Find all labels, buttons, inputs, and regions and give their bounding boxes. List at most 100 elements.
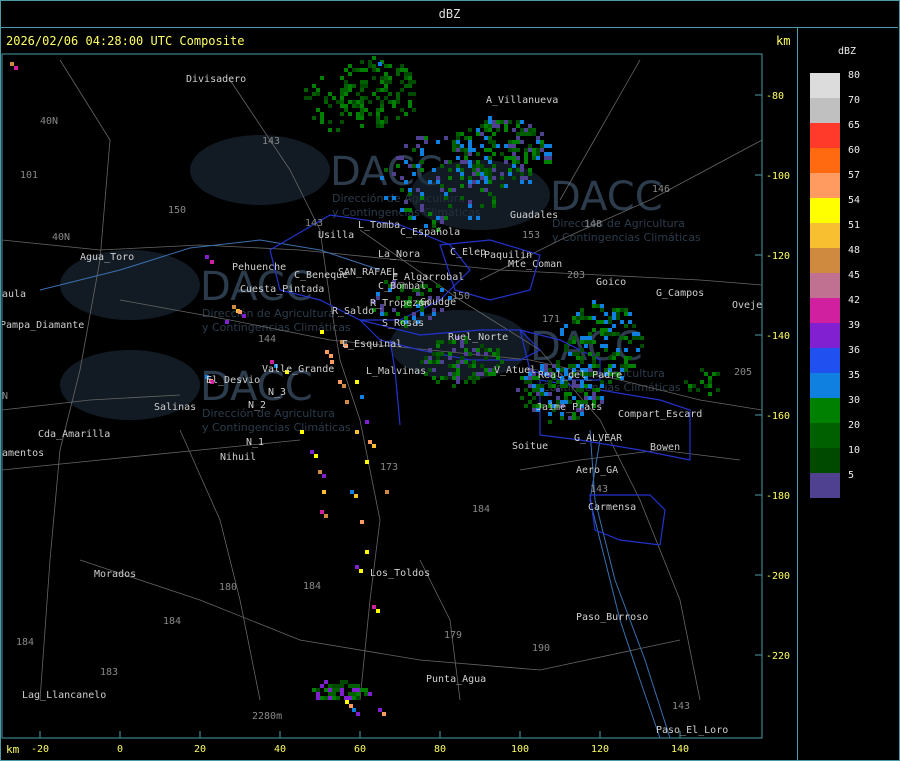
y-axis: -80 -100 -120 -140 -160 -180 -200 -220 — [755, 91, 790, 662]
legend-swatch-45 — [810, 273, 840, 298]
legend-label-57: 57 — [848, 170, 860, 181]
place-label: Cuesta_Pintada — [240, 284, 324, 295]
y-tick-label: -180 — [766, 491, 790, 502]
place-label: aula — [2, 289, 26, 300]
x-tick-label: 80 — [434, 744, 446, 755]
svg-text:190: 190 — [532, 643, 550, 654]
legend-swatch-5 — [810, 473, 840, 498]
place-label: SAN_RAFAEL — [338, 267, 398, 278]
place-label: E_Esquinal — [342, 339, 402, 350]
x-tick-label: 140 — [671, 744, 689, 755]
legend-label-42: 42 — [848, 295, 860, 306]
svg-text:N: N — [2, 391, 8, 402]
y-tick-label: -100 — [766, 171, 790, 182]
place-label: Usilla — [318, 230, 354, 241]
place-label: Agua_Toro — [80, 252, 134, 263]
legend-swatch-36 — [810, 348, 840, 373]
legend-swatch-10 — [810, 448, 840, 473]
watermark-line2: y Contingencias Climáticas — [552, 231, 701, 244]
legend-label-51: 51 — [848, 220, 860, 231]
watermark-brand: DACC — [550, 174, 663, 220]
legend-label-80: 80 — [848, 70, 860, 81]
place-label: V_Atuel — [494, 365, 536, 376]
map-layers: DACCDirección de Agriculturay Contingenc… — [0, 56, 774, 738]
place-label: Lag_Llancanelo — [22, 690, 106, 701]
place-label: Goico — [596, 277, 626, 288]
legend-swatch-60 — [810, 148, 840, 173]
legend-swatch-48 — [810, 248, 840, 273]
watermark-line2: y Contingencias Climáticas — [202, 421, 351, 434]
legend-swatch-70 — [810, 98, 840, 123]
x-tick-label: 40 — [274, 744, 286, 755]
place-label: Ruel_Norte — [448, 332, 508, 343]
place-label: Morados — [94, 569, 136, 580]
legend-swatch-54 — [810, 198, 840, 223]
watermark-line2: y Contingencias Climáticas — [202, 321, 351, 334]
svg-text:179: 179 — [444, 630, 462, 641]
y-tick-label: -140 — [766, 331, 790, 342]
legend-label-5: 5 — [848, 470, 854, 481]
place-label: Salinas — [154, 402, 196, 413]
x-tick-label: 20 — [194, 744, 206, 755]
legend-swatch-57 — [810, 173, 840, 198]
place-label: A_Villanueva — [486, 95, 558, 106]
place-label: N_3 — [268, 387, 286, 398]
svg-text:148: 148 — [584, 219, 602, 230]
x-tick-label: 100 — [511, 744, 529, 755]
place-label: Carmensa — [588, 502, 636, 513]
place-label: Bowen — [650, 442, 680, 453]
legend-label-48: 48 — [848, 245, 860, 256]
legend-label-45: 45 — [848, 270, 860, 281]
place-label: Paso_El_Loro — [656, 725, 728, 736]
svg-text:150: 150 — [168, 205, 186, 216]
radar-map[interactable]: 2026/02/06 04:28:00 UTC Composite km km … — [0, 0, 900, 761]
legend-swatch-42 — [810, 298, 840, 323]
legend-label-35: 35 — [848, 370, 860, 381]
place-label: Aero_GA — [576, 465, 618, 476]
place-label: Punta_Agua — [426, 674, 486, 685]
x-tick-label: -20 — [31, 744, 49, 755]
svg-text:143: 143 — [590, 484, 608, 495]
svg-text:183: 183 — [100, 667, 118, 678]
legend-swatch-80 — [810, 73, 840, 98]
svg-text:171: 171 — [542, 314, 560, 325]
watermark-logo — [190, 135, 330, 205]
legend-label-36: 36 — [848, 345, 860, 356]
place-label: G_ALVEAR — [574, 433, 623, 444]
place-label: Cda_Amarilla — [38, 429, 110, 440]
place-label: L_Malvinas — [366, 366, 426, 377]
place-label: C_Española — [400, 227, 460, 238]
svg-text:205: 205 — [734, 367, 752, 378]
timestamp-label: 2026/02/06 04:28:00 UTC Composite — [6, 34, 244, 48]
place-label: Ovejero — [732, 300, 774, 311]
legend-swatch-35 — [810, 373, 840, 398]
svg-text:101: 101 — [20, 170, 38, 181]
km-unit-bottom: km — [6, 743, 20, 756]
legend-swatch-20 — [810, 423, 840, 448]
y-tick-label: -80 — [766, 91, 784, 102]
place-label: G_Campos — [656, 288, 704, 299]
place-label: Guadales — [510, 210, 558, 221]
svg-text:40N: 40N — [40, 116, 58, 127]
svg-text:184: 184 — [303, 581, 321, 592]
legend-label-20: 20 — [848, 420, 860, 431]
svg-text:143: 143 — [262, 136, 280, 147]
place-label: N_2 — [248, 400, 266, 411]
svg-text:2280m: 2280m — [252, 711, 282, 722]
legend-label-70: 70 — [848, 95, 860, 106]
svg-text:40N: 40N — [52, 232, 70, 243]
place-label: Pampa_Diamante — [0, 320, 84, 331]
svg-text:150: 150 — [452, 291, 470, 302]
legend-label-65: 65 — [848, 120, 860, 131]
place-label: Compart_Escard — [618, 409, 702, 420]
place-label: Valle_Grande — [262, 364, 334, 375]
place-label: C_Bombal — [378, 281, 426, 292]
place-label: Soitue — [512, 441, 548, 452]
legend-swatch-65 — [810, 123, 840, 148]
y-tick-label: -220 — [766, 651, 790, 662]
legend-label-60: 60 — [848, 145, 860, 156]
place-label: S_Rosas — [382, 318, 424, 329]
place-label: La_Nora — [378, 249, 420, 260]
watermark-line1: Dirección de Agricultura — [202, 307, 335, 320]
watermark-line1: Dirección de Agricultura — [552, 217, 685, 230]
